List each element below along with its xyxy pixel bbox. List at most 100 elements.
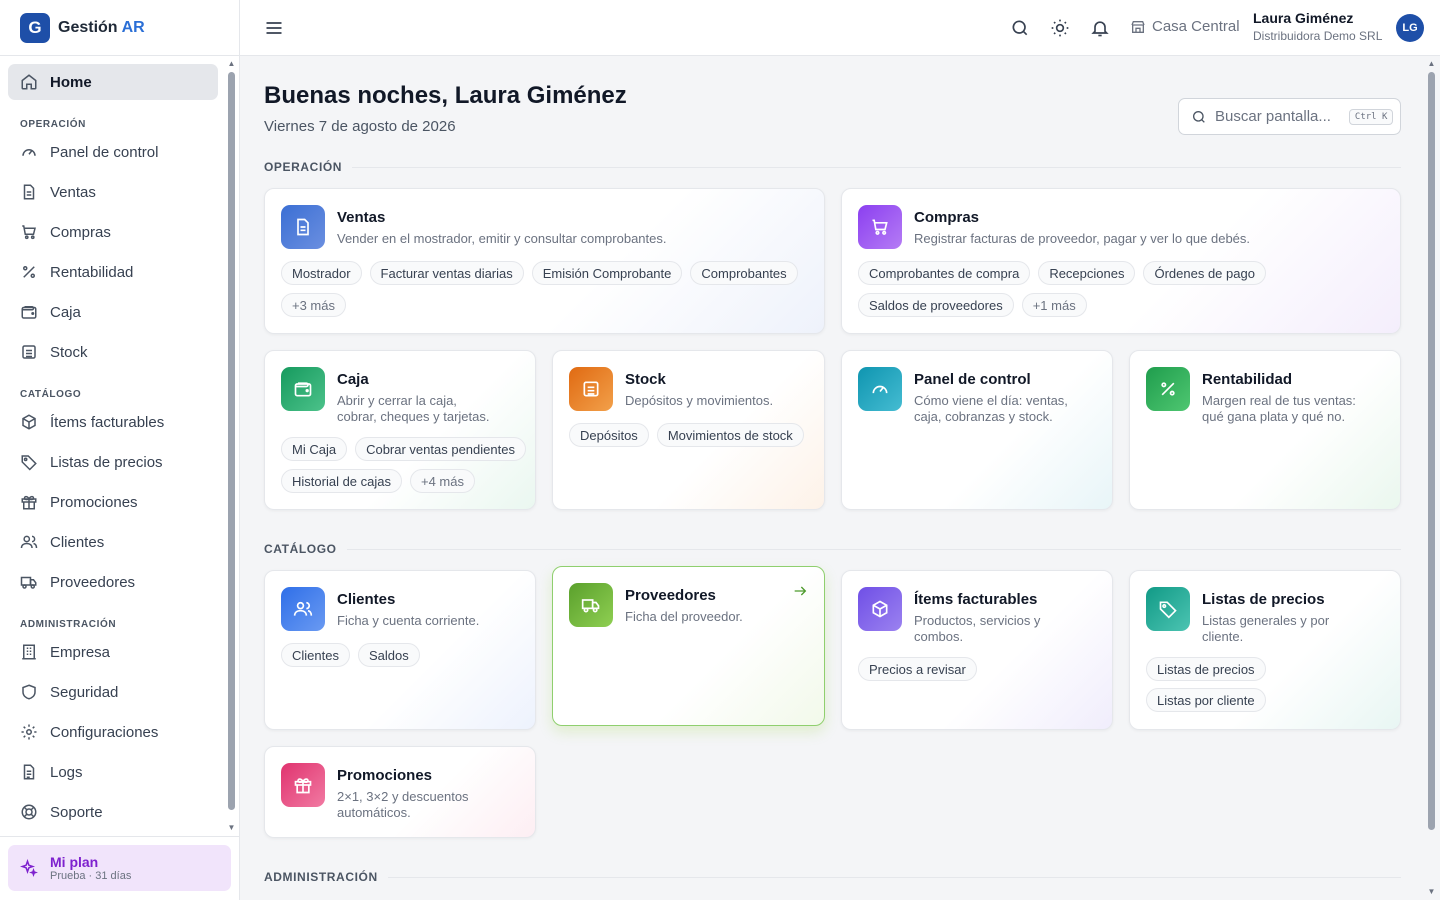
warehouse-icon [569, 367, 613, 411]
scroll-down-icon[interactable]: ▼ [1427, 888, 1436, 896]
sidebar-item-panel[interactable]: Panel de control [8, 134, 218, 170]
sidebar-item-label: Listas de precios [50, 453, 163, 471]
chip-link[interactable]: Comprobantes [690, 261, 798, 285]
card-ventas[interactable]: Ventas Vender en el mostrador, emitir y … [264, 188, 825, 334]
sidebar-item-label: Panel de control [50, 143, 159, 161]
search-icon[interactable] [1010, 18, 1030, 38]
wallet-icon [281, 367, 325, 411]
sidebar: G Gestión AR Home OPERACIÓN Panel de con… [0, 0, 240, 900]
card-caja[interactable]: Caja Abrir y cerrar la caja, cobrar, che… [264, 350, 536, 510]
card-links: Listas de precios Listas por cliente [1146, 657, 1286, 712]
chip-link[interactable]: Movimientos de stock [656, 423, 804, 447]
card-title: Clientes [337, 591, 396, 608]
sidebar-item-label: Proveedores [50, 573, 136, 591]
sidebar-item-logs[interactable]: Logs [8, 754, 218, 790]
chip-link[interactable]: Recepciones [1038, 261, 1136, 285]
chip-link[interactable]: Saldos de proveedores [858, 293, 1014, 317]
scroll-up-icon[interactable]: ▲ [1427, 60, 1436, 68]
branch-selector[interactable]: Casa Central [1130, 18, 1240, 35]
sidebar-item-rentabilidad[interactable]: Rentabilidad [8, 254, 218, 290]
card-rentabilidad[interactable]: Rentabilidad Margen real de tus ventas: … [1129, 350, 1401, 510]
chip-link[interactable]: Clientes [281, 643, 350, 667]
chip-link[interactable]: Historial de cajas [281, 469, 402, 493]
sidebar-item-home[interactable]: Home [8, 64, 218, 100]
card-links: Mi Caja Cobrar ventas pendientes Histori… [281, 437, 526, 493]
search-input[interactable]: Buscar pantalla... [1215, 108, 1331, 125]
percent-icon [1146, 367, 1190, 411]
sidebar-item-empresa[interactable]: Empresa [8, 634, 218, 670]
bell-icon[interactable] [1090, 18, 1110, 38]
card-description-line: Abrir y cerrar la caja, [337, 393, 457, 408]
sidebar-item-listas[interactable]: Listas de precios [8, 444, 218, 480]
card-title: Stock [625, 371, 666, 388]
sidebar-item-configuraciones[interactable]: Configuraciones [8, 714, 218, 750]
sidebar-item-label: Empresa [50, 643, 111, 661]
chip-link[interactable]: Emisión Comprobante [531, 261, 683, 285]
sidebar-section-administracion: ADMINISTRACIÓN [20, 619, 117, 630]
chip-link[interactable]: Mi Caja [281, 437, 348, 461]
chip-link[interactable]: Mostrador [281, 261, 362, 285]
store-icon [1130, 19, 1146, 35]
card-stock[interactable]: Stock Depósitos y movimientos. Depósitos… [552, 350, 825, 510]
search-icon [1191, 109, 1207, 125]
sidebar-scrollbar[interactable]: ▲ ▼ [227, 60, 236, 832]
chip-link[interactable]: Listas por cliente [1146, 688, 1266, 712]
chip-link[interactable]: Cobrar ventas pendientes [355, 437, 526, 461]
sidebar-item-label: Compras [50, 223, 111, 241]
chip-more[interactable]: +1 más [1021, 293, 1087, 317]
sidebar-item-compras[interactable]: Compras [8, 214, 218, 250]
sidebar-scroll-thumb[interactable] [228, 72, 235, 810]
brand[interactable]: G Gestión AR [0, 0, 239, 56]
sun-icon[interactable] [1050, 18, 1070, 38]
lifebuoy-icon [20, 803, 38, 821]
avatar[interactable]: LG [1396, 14, 1424, 42]
sidebar-item-clientes[interactable]: Clientes [8, 524, 218, 560]
sidebar-item-seguridad[interactable]: Seguridad [8, 674, 218, 710]
screen-search[interactable]: Buscar pantalla... Ctrl K [1178, 98, 1401, 135]
card-description: Ficha y cuenta corriente. [337, 613, 480, 628]
sidebar-item-items[interactable]: Ítems facturables [8, 404, 218, 440]
sidebar-item-proveedores[interactable]: Proveedores [8, 564, 218, 600]
card-proveedores[interactable]: Proveedores Ficha del proveedor. [552, 566, 825, 726]
users-icon [20, 533, 38, 551]
main-scroll-thumb[interactable] [1428, 72, 1435, 830]
sidebar-divider [0, 836, 240, 837]
sidebar-item-stock[interactable]: Stock [8, 334, 218, 370]
scroll-down-icon[interactable]: ▼ [227, 824, 236, 832]
brand-logo: G [20, 12, 50, 43]
plan-button[interactable]: Mi plan Prueba · 31 días [8, 845, 231, 891]
card-clientes[interactable]: Clientes Ficha y cuenta corriente. Clien… [264, 570, 536, 730]
card-listas-de-precios[interactable]: Listas de precios Listas generales y por… [1129, 570, 1401, 730]
sidebar-item-ventas[interactable]: Ventas [8, 174, 218, 210]
chip-more[interactable]: +3 más [281, 293, 346, 317]
chip-link[interactable]: Facturar ventas diarias [369, 261, 524, 285]
card-panel-de-control[interactable]: Panel de control Cómo viene el día: vent… [841, 350, 1113, 510]
chip-link[interactable]: Precios a revisar [858, 657, 977, 681]
chip-link[interactable]: Saldos [357, 643, 420, 667]
card-title: Caja [337, 371, 369, 388]
card-title: Ítems facturables [914, 591, 1038, 608]
chip-link[interactable]: Comprobantes de compra [858, 261, 1031, 285]
card-description-line: Listas generales y por [1202, 613, 1330, 628]
gear-icon [20, 723, 38, 741]
chip-link[interactable]: Listas de precios [1146, 657, 1266, 681]
card-items-facturables[interactable]: Ítems facturables Productos, servicios y… [841, 570, 1113, 730]
user-menu[interactable]: Laura Giménez Distribuidora Demo SRL [1253, 10, 1382, 43]
sidebar-item-soporte[interactable]: Soporte [8, 794, 218, 830]
sidebar-item-caja[interactable]: Caja [8, 294, 218, 330]
card-title: Proveedores [625, 587, 716, 604]
menu-icon[interactable] [264, 18, 284, 38]
card-compras[interactable]: Compras Registrar facturas de proveedor,… [841, 188, 1401, 334]
card-promociones[interactable]: Promociones 2×1, 3×2 y descuentos automá… [264, 746, 536, 838]
chip-more[interactable]: +4 más [410, 469, 475, 493]
sidebar-section-catalogo: CATÁLOGO [20, 389, 82, 400]
chip-link[interactable]: Depósitos [569, 423, 649, 447]
scroll-up-icon[interactable]: ▲ [227, 60, 236, 68]
section-administracion: ADMINISTRACIÓN [264, 870, 1401, 884]
chip-link[interactable]: Órdenes de pago [1143, 261, 1266, 285]
card-description-line: cobrar, cheques y tarjetas. [337, 409, 490, 424]
sidebar-item-promociones[interactable]: Promociones [8, 484, 218, 520]
divider [346, 548, 1401, 550]
main-content: Buenas noches, Laura Giménez Viernes 7 d… [240, 56, 1426, 900]
main-scrollbar[interactable]: ▲ ▼ [1427, 60, 1436, 896]
